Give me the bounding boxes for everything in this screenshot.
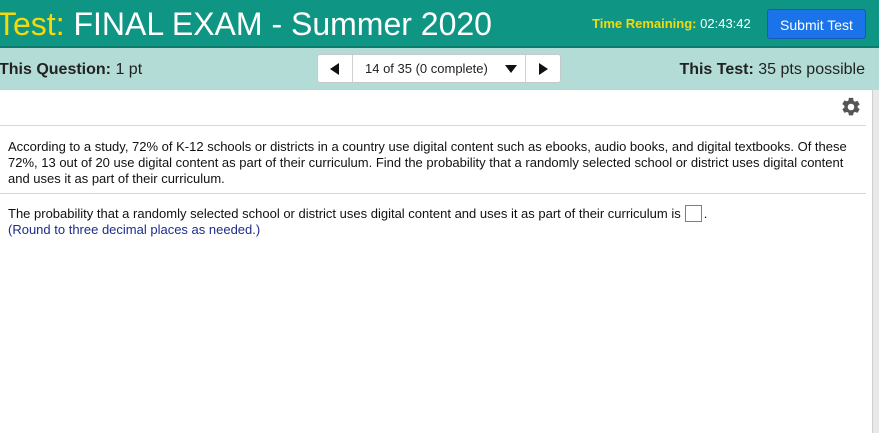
time-remaining-label: Time Remaining: xyxy=(592,16,697,31)
previous-question-button[interactable] xyxy=(318,55,353,82)
rounding-hint: (Round to three decimal places as needed… xyxy=(8,222,261,237)
answer-input[interactable] xyxy=(684,205,702,222)
divider xyxy=(0,125,866,126)
answer-prefix: The probability that a randomly selected… xyxy=(8,206,681,221)
this-question-points: This Question: 1 pt xyxy=(0,60,142,79)
gear-icon[interactable] xyxy=(840,96,862,118)
triangle-down-icon xyxy=(505,65,517,73)
this-question-value: 1 pt xyxy=(115,61,143,78)
this-question-label: This Question: xyxy=(0,61,111,78)
question-navigator: 14 of 35 (0 complete) xyxy=(317,54,561,83)
divider xyxy=(0,193,866,194)
submit-test-button[interactable]: Submit Test xyxy=(767,9,866,39)
triangle-left-icon xyxy=(330,63,339,75)
question-select-value: 14 of 35 (0 complete) xyxy=(365,61,488,76)
test-title-name: FINAL EXAM - Summer 2020 xyxy=(73,6,492,42)
triangle-right-icon xyxy=(539,63,548,75)
this-test-label: This Test: xyxy=(679,61,754,78)
time-remaining: Time Remaining: 02:43:42 xyxy=(592,15,751,32)
test-header-bar: Test: FINAL EXAM - Summer 2020 Time Rema… xyxy=(0,0,879,48)
this-test-value: 35 pts possible xyxy=(758,61,865,78)
time-remaining-value: 02:43:42 xyxy=(700,16,751,31)
question-text: According to a study, 72% of K-12 school… xyxy=(8,139,847,186)
scrollbar-track[interactable] xyxy=(872,90,879,433)
test-title-label: Test: xyxy=(0,6,65,42)
next-question-button[interactable] xyxy=(525,55,560,82)
question-info-bar: This Question: 1 pt 14 of 35 (0 complete… xyxy=(0,48,879,90)
question-select-dropdown[interactable]: 14 of 35 (0 complete) xyxy=(353,55,526,82)
answer-line: The probability that a randomly selected… xyxy=(8,205,707,222)
test-title: Test: FINAL EXAM - Summer 2020 xyxy=(0,4,492,44)
this-test-points: This Test: 35 pts possible xyxy=(679,60,865,79)
answer-suffix: . xyxy=(703,206,708,221)
